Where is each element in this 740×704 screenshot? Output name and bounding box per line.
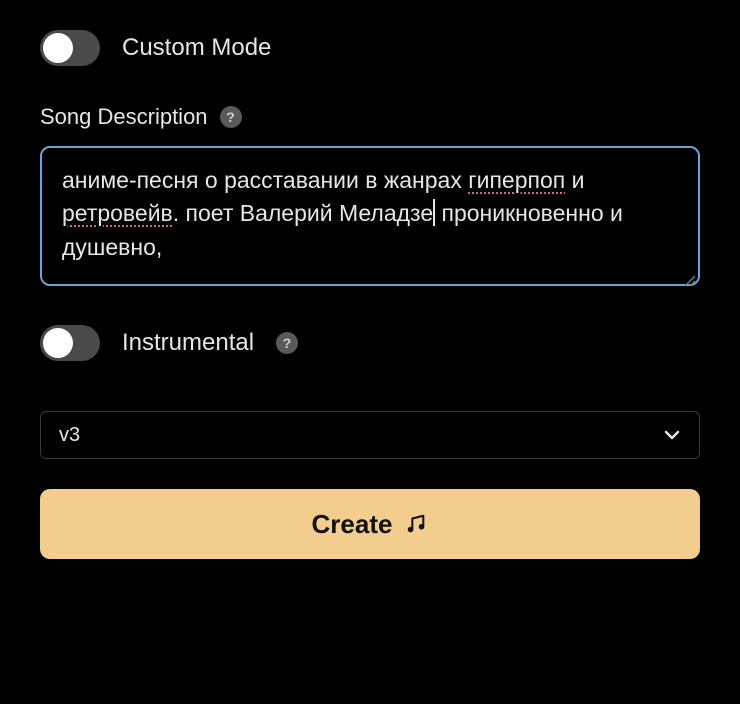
instrumental-toggle[interactable] bbox=[40, 325, 100, 361]
toggle-knob bbox=[43, 328, 73, 358]
create-button[interactable]: Create bbox=[40, 489, 700, 559]
help-icon[interactable]: ? bbox=[220, 106, 242, 128]
song-description-input[interactable] bbox=[40, 146, 700, 286]
custom-mode-label: Custom Mode bbox=[122, 34, 271, 62]
help-icon[interactable]: ? bbox=[276, 332, 298, 354]
toggle-knob bbox=[43, 33, 73, 63]
instrumental-label: Instrumental bbox=[122, 329, 254, 357]
create-button-label: Create bbox=[312, 509, 393, 540]
chevron-down-icon bbox=[663, 426, 681, 444]
model-select[interactable]: v3 bbox=[40, 411, 700, 459]
music-note-icon bbox=[404, 512, 428, 536]
model-selected-value: v3 bbox=[59, 424, 80, 447]
custom-mode-toggle[interactable] bbox=[40, 30, 100, 66]
song-description-label: Song Description bbox=[40, 104, 208, 130]
